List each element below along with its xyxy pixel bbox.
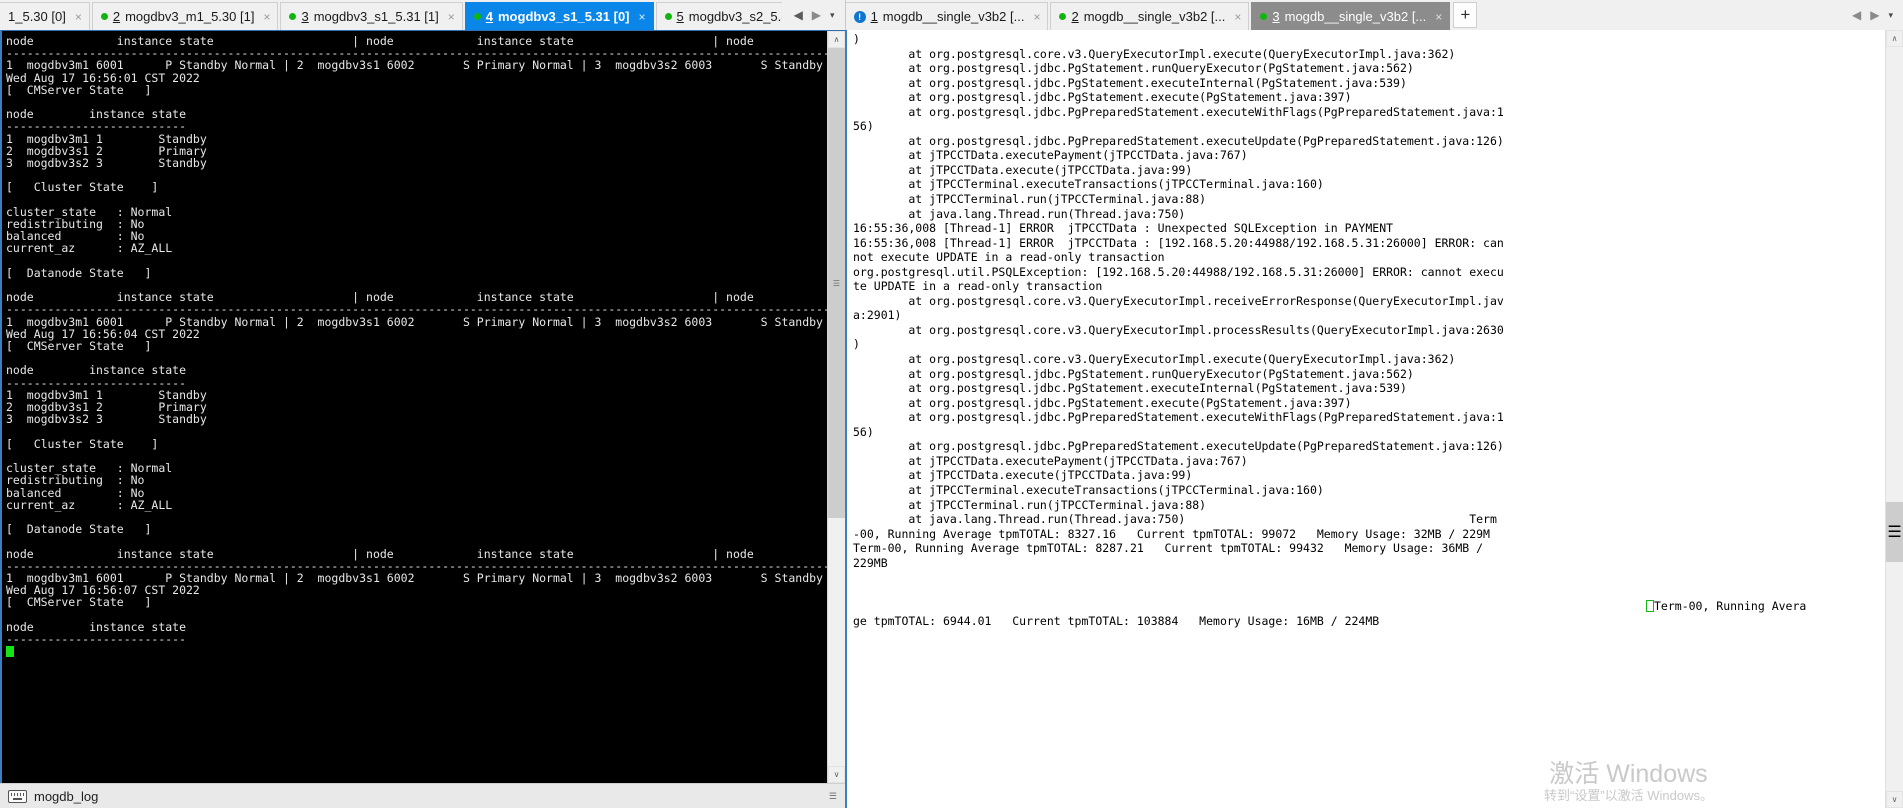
left-tab-group: 1_5.30 [0] × 2 mogdbv3_m1_5.30 [1] × 3 m…: [0, 0, 846, 30]
tab-close-icon[interactable]: ×: [448, 11, 455, 23]
tab-close-icon[interactable]: ×: [1033, 11, 1040, 23]
tab-mogdb-single-2[interactable]: 2 mogdb__single_v3b2 [... ×: [1050, 2, 1250, 30]
new-tab-button[interactable]: +: [1453, 2, 1478, 28]
left-tab-nav-controls: ◀ ▶ ▾: [782, 0, 845, 30]
tab-session-2[interactable]: 2 mogdbv3_m1_5.30 [1] ×: [91, 2, 279, 30]
tab-number: 1: [870, 9, 878, 24]
status-bar-right: ☰: [829, 791, 837, 800]
tab-label: mogdbv3_s1_5.31 [1]: [313, 9, 439, 24]
scrollbar-grip-icon: ☰: [1887, 524, 1902, 541]
tab-session-1[interactable]: 1_5.30 [0] ×: [0, 2, 90, 30]
tab-scroll-right-icon[interactable]: ▶: [812, 8, 821, 22]
tab-number: 3: [1272, 9, 1280, 24]
tab-session-4-active[interactable]: 4 mogdbv3_s1_5.31 [0] ×: [464, 2, 654, 30]
right-terminal-wrapper: ) at org.postgresql.core.v3.QueryExecuto…: [845, 30, 1903, 808]
tab-number: 2: [112, 9, 121, 24]
tab-number: 4: [485, 9, 493, 24]
tab-label: mogdb__single_v3b2 [...: [882, 9, 1025, 24]
tab-number: 5: [676, 9, 684, 24]
status-dot-green-icon: [473, 13, 481, 20]
right-tab-group: ! 1 mogdb__single_v3b2 [... × 2 mogdb__s…: [845, 0, 1903, 30]
scrollbar-grip-icon: ☰: [832, 278, 841, 288]
right-tab-nav-controls: ◀ ▶ ▾: [1840, 0, 1903, 30]
tab-close-icon[interactable]: ×: [1234, 11, 1241, 23]
tab-close-icon[interactable]: ×: [75, 11, 82, 23]
terminal-cursor: [1646, 600, 1654, 613]
tab-close-icon[interactable]: ×: [1435, 11, 1442, 23]
status-bar-label: mogdb_log: [34, 788, 99, 804]
tab-mogdb-single-3-active[interactable]: 3 mogdb__single_v3b2 [... ×: [1251, 2, 1451, 30]
right-terminal-scrollbar[interactable]: ∧ ☰ ∨: [1885, 30, 1903, 808]
tab-scroll-left-icon[interactable]: ◀: [794, 8, 803, 22]
scrollbar-thumb[interactable]: ☰: [828, 48, 845, 518]
status-dot-green-icon: [289, 13, 297, 20]
status-dot-green-icon: [1260, 13, 1268, 20]
tab-mogdb-single-1[interactable]: ! 1 mogdb__single_v3b2 [... ×: [845, 2, 1049, 30]
keyboard-icon: [8, 789, 27, 803]
right-tab-strip[interactable]: ! 1 mogdb__single_v3b2 [... × 2 mogdb__s…: [845, 0, 1840, 30]
left-terminal-output[interactable]: node instance state | node instance stat…: [2, 31, 827, 783]
tab-label: 1_5.30 [0]: [8, 9, 66, 24]
scrollbar-up-button[interactable]: ∧: [1886, 30, 1903, 47]
tab-scroll-left-icon[interactable]: ◀: [1852, 8, 1861, 22]
left-status-bar: mogdb_log ☰: [0, 783, 845, 808]
right-terminal-output[interactable]: ) at org.postgresql.core.v3.QueryExecuto…: [845, 30, 1885, 808]
scrollbar-down-button[interactable]: ∨: [828, 766, 845, 783]
scrollbar-up-button[interactable]: ∧: [828, 31, 845, 48]
status-dot-green-icon: [1059, 13, 1067, 20]
resize-grip-icon[interactable]: ☰: [829, 791, 837, 800]
left-terminal-wrapper: node instance state | node instance stat…: [0, 30, 845, 783]
tab-list-menu-icon[interactable]: ▾: [1888, 10, 1893, 21]
right-terminal-pane: ) at org.postgresql.core.v3.QueryExecuto…: [845, 30, 1903, 808]
scrollbar-down-button[interactable]: ∨: [1886, 791, 1903, 808]
left-terminal-text: node instance state | node instance stat…: [6, 34, 827, 646]
status-dot-green-icon: [664, 13, 672, 20]
tab-list-menu-icon[interactable]: ▾: [830, 10, 835, 21]
scrollbar-track[interactable]: ☰: [1886, 47, 1903, 791]
left-terminal-scrollbar[interactable]: ∧ ☰ ∨: [827, 31, 845, 783]
left-terminal-pane: node instance state | node instance stat…: [0, 30, 845, 808]
status-dot-green-icon: [100, 13, 108, 20]
right-terminal-tail-line2: ge tpmTOTAL: 6944.01 Current tpmTOTAL: 1…: [853, 613, 1380, 628]
tab-label: mogdbv3_m1_5.30 [1]: [125, 9, 255, 24]
info-badge-icon: !: [853, 10, 866, 23]
terminal-cursor: [6, 646, 14, 658]
tab-number: 3: [301, 9, 309, 24]
tab-bar-row: 1_5.30 [0] × 2 mogdbv3_m1_5.30 [1] × 3 m…: [0, 0, 1903, 30]
panes-container: node instance state | node instance stat…: [0, 30, 1903, 808]
tab-number: 2: [1071, 9, 1079, 24]
tab-label: mogdbv3_s1_5.31 [0]: [498, 9, 630, 24]
tab-label: mogdb__single_v3b2 [...: [1083, 9, 1226, 24]
tab-session-5[interactable]: 5 mogdbv3_s2_5.32 ×: [655, 2, 782, 30]
tab-close-icon[interactable]: ×: [263, 11, 270, 23]
tab-label: mogdb__single_v3b2 [...: [1284, 9, 1427, 24]
right-terminal-text: ) at org.postgresql.core.v3.QueryExecuto…: [853, 32, 1504, 570]
terminal-app-window: 1_5.30 [0] × 2 mogdbv3_m1_5.30 [1] × 3 m…: [0, 0, 1903, 808]
scrollbar-thumb[interactable]: ☰: [1886, 502, 1903, 562]
tab-label: mogdbv3_s2_5.32: [688, 9, 782, 24]
tab-scroll-right-icon[interactable]: ▶: [1870, 8, 1879, 22]
tab-session-3[interactable]: 3 mogdbv3_s1_5.31 [1] ×: [280, 2, 463, 30]
right-terminal-tail-line1: Term-00, Running Avera: [1654, 599, 1807, 614]
left-tab-strip[interactable]: 1_5.30 [0] × 2 mogdbv3_m1_5.30 [1] × 3 m…: [0, 0, 782, 30]
tab-close-icon[interactable]: ×: [639, 11, 646, 23]
scrollbar-track[interactable]: ☰: [828, 48, 845, 766]
